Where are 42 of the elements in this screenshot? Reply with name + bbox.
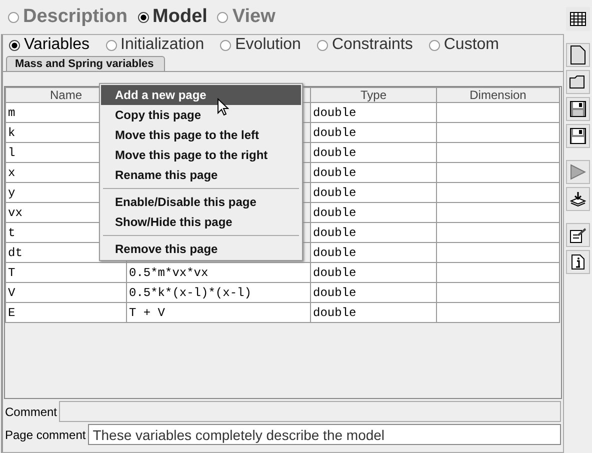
table-cell: double <box>310 262 436 282</box>
table-cell: 0.5*m*vx*vx <box>126 262 310 282</box>
table-cell: double <box>310 142 436 162</box>
column-header[interactable]: Dimension <box>436 88 560 102</box>
page-tab[interactable]: Mass and Spring variables <box>6 56 165 71</box>
page-comment-field[interactable]: These variables completely describe the model <box>88 424 561 445</box>
table-cell: double <box>310 202 436 222</box>
info-icon[interactable] <box>566 250 590 274</box>
page-comment-label: Page comment <box>4 426 87 444</box>
table-cell: T <box>6 262 126 282</box>
mouse-pointer-icon <box>217 98 229 117</box>
radio-tab[interactable]: Variables <box>9 36 90 54</box>
stack-download-icon[interactable] <box>566 187 590 211</box>
table-icon[interactable] <box>566 7 590 31</box>
table-cell: double <box>310 302 436 322</box>
menu-item[interactable]: Add a new page <box>101 85 301 105</box>
radio-tab[interactable]: Evolution <box>220 36 301 54</box>
radio-tab[interactable]: View <box>217 6 276 28</box>
table-cell: 0.5*k*(x-l)*(x-l) <box>126 282 310 302</box>
floppy-disk-as-icon[interactable] <box>566 124 590 148</box>
table-cell: double <box>310 122 436 142</box>
radio-tab[interactable]: Custom <box>428 36 499 54</box>
radio-tab[interactable]: Initialization <box>106 36 204 54</box>
radio-tab[interactable]: Model <box>138 6 208 28</box>
comment-field[interactable] <box>59 401 561 422</box>
radio-tab[interactable]: Description <box>8 6 128 28</box>
new-page-icon[interactable] <box>566 43 590 67</box>
edit-document-icon[interactable] <box>566 223 590 247</box>
play-icon[interactable] <box>566 160 590 184</box>
table-cell: E <box>6 302 126 322</box>
table-cell: double <box>310 282 436 302</box>
comment-label: Comment <box>4 404 58 420</box>
table-cell: double <box>310 102 436 122</box>
table-cell: double <box>310 242 436 262</box>
table-cell: double <box>310 182 436 202</box>
table-cell: V <box>6 282 126 302</box>
table-cell: T + V <box>126 302 310 322</box>
column-header[interactable]: Type <box>310 88 436 102</box>
radio-tab[interactable]: Constraints <box>316 36 413 54</box>
folder-icon[interactable] <box>566 70 590 94</box>
table-cell: double <box>310 222 436 242</box>
table-cell: double <box>310 162 436 182</box>
